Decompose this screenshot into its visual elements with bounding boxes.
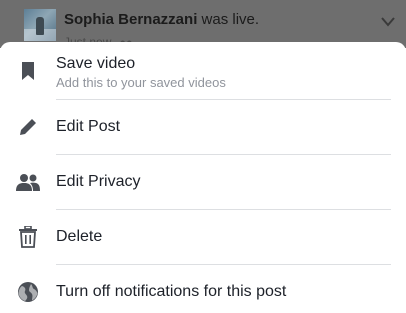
bookmark-icon (16, 59, 40, 83)
menu-item-save-video[interactable]: Save video Add this to your saved videos (0, 42, 406, 99)
avatar-photo-figure (36, 17, 44, 35)
post-title: Sophia Bernazzani was live. (64, 11, 259, 28)
post-action: was live. (197, 11, 260, 28)
menu-item-label: Edit Post (56, 118, 121, 135)
avatar[interactable] (24, 9, 56, 41)
action-sheet: Save video Add this to your saved videos… (0, 42, 406, 313)
post-header-dimmed: Sophia Bernazzani was live. Just now●● (0, 0, 406, 49)
menu-item-edit-post[interactable]: Edit Post (0, 100, 406, 154)
menu-item-label: Save video (56, 55, 136, 72)
trash-icon (16, 225, 40, 249)
menu-item-delete[interactable]: Delete (0, 210, 406, 264)
pencil-icon (16, 115, 40, 139)
globe-icon (16, 280, 40, 304)
people-icon (16, 170, 40, 194)
menu-item-label: Delete (56, 228, 103, 245)
menu-item-subtitle: Add this to your saved videos (56, 75, 226, 90)
chevron-down-icon[interactable] (379, 14, 397, 30)
menu-item-edit-privacy[interactable]: Edit Privacy (0, 155, 406, 209)
post-author[interactable]: Sophia Bernazzani (64, 11, 197, 28)
menu-item-label: Edit Privacy (56, 173, 141, 190)
menu-item-label: Turn off notifications for this post (56, 283, 287, 300)
menu-item-turn-off-notifications[interactable]: Turn off notifications for this post (0, 265, 406, 313)
screen: Sophia Bernazzani was live. Just now●● S… (0, 0, 406, 313)
